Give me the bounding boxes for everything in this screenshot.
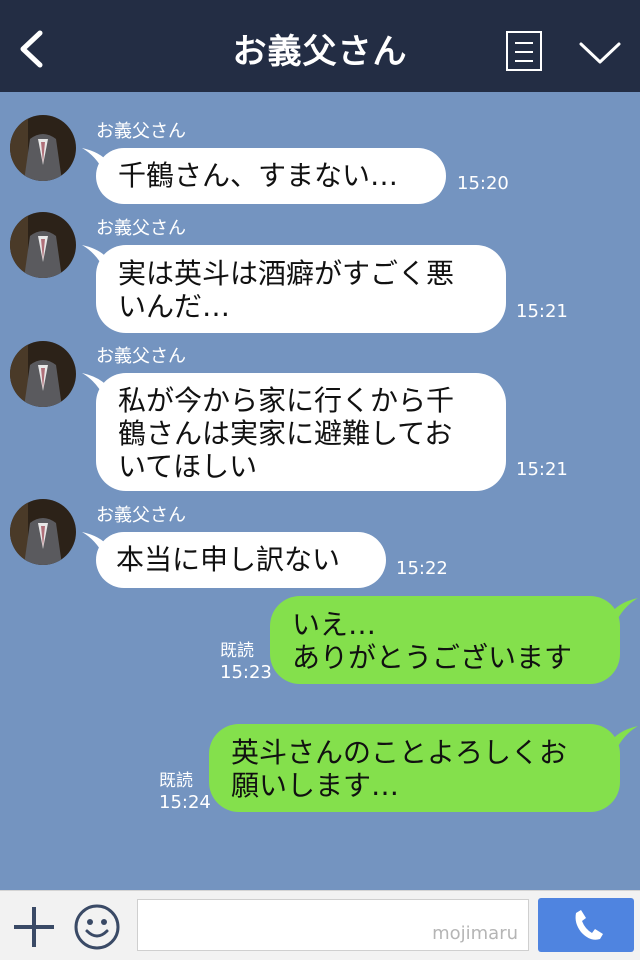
message-time: 15:24 xyxy=(159,792,211,813)
chevron-down-icon[interactable] xyxy=(578,40,622,66)
message-bubble[interactable]: 英斗さんのことよろしくお 願いします… xyxy=(209,724,620,812)
phone-icon xyxy=(575,910,603,940)
chat-title: お義父さん xyxy=(232,32,408,72)
read-status: 既読 15:24 xyxy=(159,770,211,814)
call-button[interactable] xyxy=(538,898,634,952)
read-status: 既読 15:23 xyxy=(220,640,272,684)
bubble-tail xyxy=(82,148,108,172)
avatar[interactable] xyxy=(10,341,76,407)
message-time: 15:23 xyxy=(220,662,272,683)
message-bubble[interactable]: いえ… ありがとうございます xyxy=(270,596,620,684)
message-bubble[interactable]: 私が今から家に行くから千 鶴さんは実家に避難してお いてほしい xyxy=(96,373,506,491)
bubble-tail xyxy=(82,532,108,556)
watermark-text: mojimaru xyxy=(432,923,518,944)
message-text: 願いします… xyxy=(231,769,400,802)
sender-name: お義父さん xyxy=(96,218,186,239)
bubble-tail xyxy=(82,245,108,269)
input-bar: mojimaru xyxy=(0,890,640,960)
message-time: 15:21 xyxy=(516,301,568,322)
emoji-icon[interactable] xyxy=(74,904,120,950)
bubble-tail xyxy=(612,726,638,750)
message-text: 鶴さんは実家に避難してお xyxy=(118,417,453,450)
message-time: 15:21 xyxy=(516,459,568,480)
bubble-tail xyxy=(82,373,108,397)
message-bubble[interactable]: 千鶴さん、すまない… xyxy=(96,148,446,204)
message-bubble[interactable]: 実は英斗は酒癖がすごく悪 いんだ… xyxy=(96,245,506,333)
message-text: 本当に申し訳ない xyxy=(116,543,341,576)
sender-name: お義父さん xyxy=(96,505,186,526)
sender-name: お義父さん xyxy=(96,121,186,142)
avatar[interactable] xyxy=(10,499,76,565)
avatar[interactable] xyxy=(10,212,76,278)
message-text: いんだ… xyxy=(118,290,231,323)
message-text: 私が今から家に行くから千 xyxy=(118,384,455,417)
message-list[interactable]: お義父さん 千鶴さん、すまない… 15:20 お義父さん 実は英斗は酒癖がすごく… xyxy=(0,92,640,890)
message-input[interactable]: mojimaru xyxy=(137,899,529,951)
read-label: 既読 xyxy=(220,641,254,661)
message-text: いてほしい xyxy=(118,450,258,483)
sender-name: お義父さん xyxy=(96,346,186,367)
message-bubble[interactable]: 本当に申し訳ない xyxy=(96,532,386,588)
message-text: 千鶴さん、すまない… xyxy=(118,159,399,192)
message-time: 15:22 xyxy=(396,558,448,579)
read-label: 既読 xyxy=(159,771,193,791)
menu-icon[interactable] xyxy=(506,31,542,71)
avatar[interactable] xyxy=(10,115,76,181)
message-text: いえ… xyxy=(292,608,377,641)
message-text: ありがとうございます xyxy=(292,641,573,674)
chat-header: お義父さん xyxy=(0,0,640,92)
message-time: 15:20 xyxy=(457,173,509,194)
plus-icon[interactable] xyxy=(14,907,54,947)
bubble-tail xyxy=(612,598,638,622)
message-text: 英斗さんのことよろしくお xyxy=(231,736,568,769)
message-text: 実は英斗は酒癖がすごく悪 xyxy=(118,257,455,290)
